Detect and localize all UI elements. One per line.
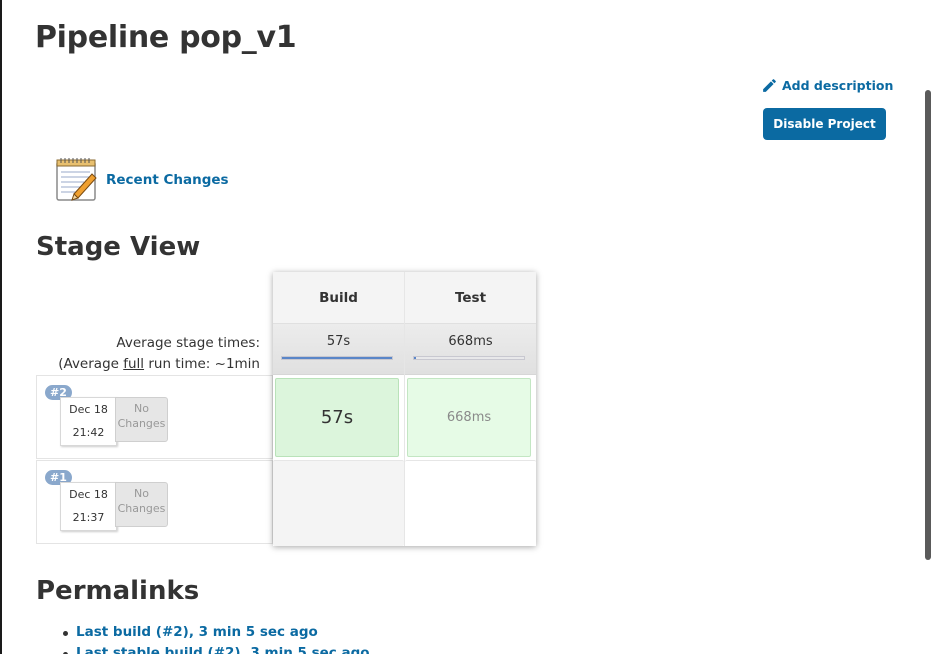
stage-column-build: Build 57s 57s (273, 272, 405, 546)
disable-project-button[interactable]: Disable Project (763, 108, 886, 140)
stage-header: Test (405, 272, 536, 324)
pencil-icon (763, 79, 776, 92)
stage-view-title: Stage View (36, 232, 201, 262)
permalinks-title: Permalinks (36, 576, 200, 606)
avg-stage-times-text: Average stage times: (116, 335, 260, 351)
list-item: Last build (#2), 3 min 5 sec ago (60, 622, 370, 643)
stage-average: 57s (273, 324, 404, 375)
stage-grid: Build 57s 57s Test 668ms 668ms (273, 272, 536, 546)
no-changes-box[interactable]: No Changes (115, 482, 168, 527)
stage-average-bar (413, 356, 525, 360)
permalink-last-build[interactable]: Last build (#2), 3 min 5 sec ago (76, 624, 318, 640)
build-date: Dec 18 21:42 (60, 397, 117, 446)
recent-changes-link[interactable]: Recent Changes (106, 172, 229, 188)
stage-cell-empty (405, 460, 536, 546)
add-description-label: Add description (782, 78, 894, 93)
no-changes-box[interactable]: No Changes (115, 397, 168, 442)
stage-average: 668ms (405, 324, 536, 375)
build-date: Dec 18 21:37 (60, 482, 117, 531)
stage-header: Build (273, 272, 404, 324)
vertical-scrollbar[interactable] (919, 0, 931, 654)
full-run-link[interactable]: full (123, 356, 144, 372)
stage-cell-empty (273, 460, 404, 546)
recent-changes: Recent Changes (54, 156, 229, 204)
stage-cell-success[interactable]: 57s (275, 378, 399, 457)
stage-average-time: 668ms (448, 334, 493, 349)
page-frame: Pipeline pop_v1 Add description Disable … (0, 0, 931, 654)
permalink-last-stable-build[interactable]: Last stable build (#2), 3 min 5 sec ago (76, 645, 370, 654)
build-history-rows: #2 Dec 18 21:42 No Changes #1 Dec 18 21:3… (36, 375, 274, 544)
add-description-link[interactable]: Add description (761, 77, 893, 94)
build-row[interactable]: #1 Dec 18 21:37 No Changes (36, 460, 273, 544)
stage-average-bar-fill (414, 357, 417, 359)
build-date-day: Dec 18 (69, 403, 108, 416)
page-title: Pipeline pop_v1 (35, 20, 297, 55)
build-row[interactable]: #2 Dec 18 21:42 No Changes (36, 375, 273, 459)
list-item: Last stable build (#2), 3 min 5 sec ago (60, 643, 370, 654)
build-date-time: 21:37 (72, 511, 105, 524)
stage-column-test: Test 668ms 668ms (405, 272, 536, 546)
stage-average-bar-fill (282, 357, 392, 359)
build-date-time: 21:42 (72, 426, 105, 439)
permalinks-list: Last build (#2), 3 min 5 sec ago Last st… (60, 622, 370, 654)
stage-average-time: 57s (326, 334, 351, 349)
stage-cell-success[interactable]: 668ms (407, 378, 531, 457)
scrollbar-thumb[interactable] (925, 90, 931, 560)
build-date-day: Dec 18 (69, 488, 108, 501)
stage-average-bar (281, 356, 393, 360)
notepad-pencil-icon (56, 158, 97, 201)
avg-full-prefix: (Average (58, 356, 124, 372)
